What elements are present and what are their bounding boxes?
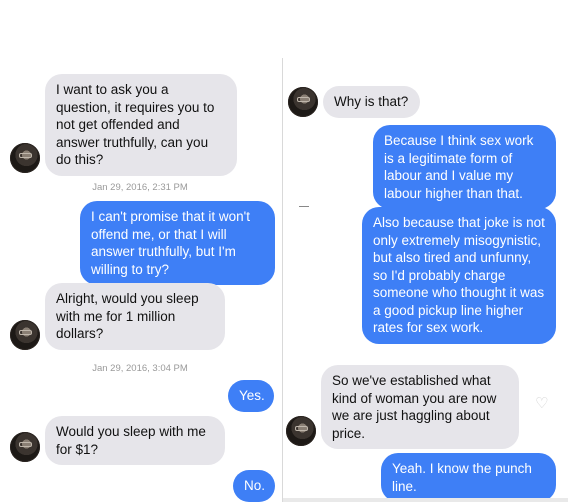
incoming-message: Would you sleep with me for $1?: [45, 416, 225, 465]
incoming-message: Alright, would you sleep with me for 1 m…: [45, 283, 225, 350]
tick-mark: [299, 206, 309, 207]
incoming-message: Why is that?: [323, 86, 420, 118]
avatar: [288, 87, 318, 117]
outgoing-message: No.: [233, 470, 275, 502]
heart-icon[interactable]: ♡: [535, 396, 549, 411]
outgoing-message: Yes.: [228, 380, 274, 412]
left-conversation-panel: I want to ask you a question, it require…: [0, 0, 283, 502]
outgoing-message: I can't promise that it won't offend me,…: [80, 201, 275, 285]
avatar: [10, 320, 40, 350]
incoming-message: So we've established what kind of woman …: [321, 365, 519, 449]
avatar: [10, 143, 40, 173]
incoming-message: I want to ask you a question, it require…: [45, 74, 237, 176]
right-conversation-panel: Why is that? Because I think sex work is…: [283, 0, 568, 502]
input-bar-edge: [283, 498, 568, 502]
outgoing-message: Because I think sex work is a legitimate…: [373, 125, 556, 209]
avatar: [10, 432, 40, 462]
timestamp: Jan 29, 2016, 3:04 PM: [92, 363, 188, 374]
avatar: [286, 416, 316, 446]
timestamp: Jan 29, 2016, 2:31 PM: [92, 182, 188, 193]
outgoing-message: Yeah. I know the punch line.: [381, 453, 556, 502]
outgoing-message: Also because that joke is not only extre…: [362, 207, 556, 344]
